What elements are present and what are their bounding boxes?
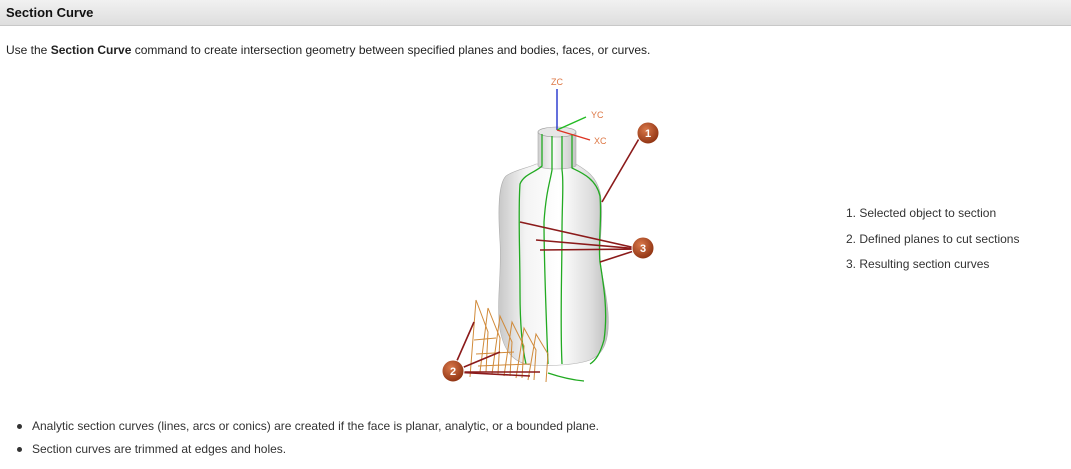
command-name: Section Curve — [50, 43, 132, 57]
z-axis-label: ZC — [551, 77, 563, 87]
intro-text-after: command to create intersection geometry … — [131, 43, 651, 57]
y-axis-label: YC — [591, 110, 604, 120]
callout-1-number: 1 — [645, 128, 651, 140]
legend-item: 3. Resulting section curves — [846, 255, 1019, 281]
list-item: Section curves are trimmed at edges and … — [0, 440, 599, 463]
bullet-icon — [17, 447, 22, 452]
legend-number: 2. — [846, 231, 857, 246]
intro-paragraph: Use the Section Curve command to create … — [6, 43, 650, 57]
note-text: Analytic section curves (lines, arcs or … — [32, 419, 599, 433]
legend-number: 3. — [846, 257, 857, 271]
legend-item: 2. Defined planes to cut sections — [846, 230, 1019, 256]
legend-item: 1. Selected object to section — [846, 204, 1019, 230]
callout-2-number: 2 — [450, 366, 456, 378]
section-header: Section Curve — [0, 0, 1071, 26]
callout-1: 1 — [636, 121, 660, 145]
intro-text-before: Use the — [6, 43, 51, 57]
legend-text: Defined planes to cut sections — [859, 231, 1020, 246]
callout-3-number: 3 — [640, 243, 646, 255]
list-item: Analytic section curves (lines, arcs or … — [0, 417, 599, 440]
notes-list: Analytic section curves (lines, arcs or … — [0, 417, 599, 463]
legend-text: Selected object to section — [859, 206, 997, 220]
section-curve-illustration: ZC YC XC 1 3 2 — [441, 77, 660, 383]
callout-2: 2 — [441, 359, 465, 383]
legend-text: Resulting section curves — [859, 257, 990, 271]
bullet-icon — [17, 424, 22, 429]
bottle-neck — [537, 131, 577, 170]
section-title: Section Curve — [6, 5, 94, 20]
callout-3: 3 — [631, 236, 655, 260]
callout-legend: 1. Selected object to section 2. Defined… — [846, 204, 1019, 281]
note-text: Section curves are trimmed at edges and … — [32, 442, 287, 456]
x-axis-label: XC — [594, 136, 607, 146]
bottle-body — [498, 163, 609, 366]
y-axis-line — [556, 116, 587, 131]
legend-number: 1. — [846, 206, 857, 220]
